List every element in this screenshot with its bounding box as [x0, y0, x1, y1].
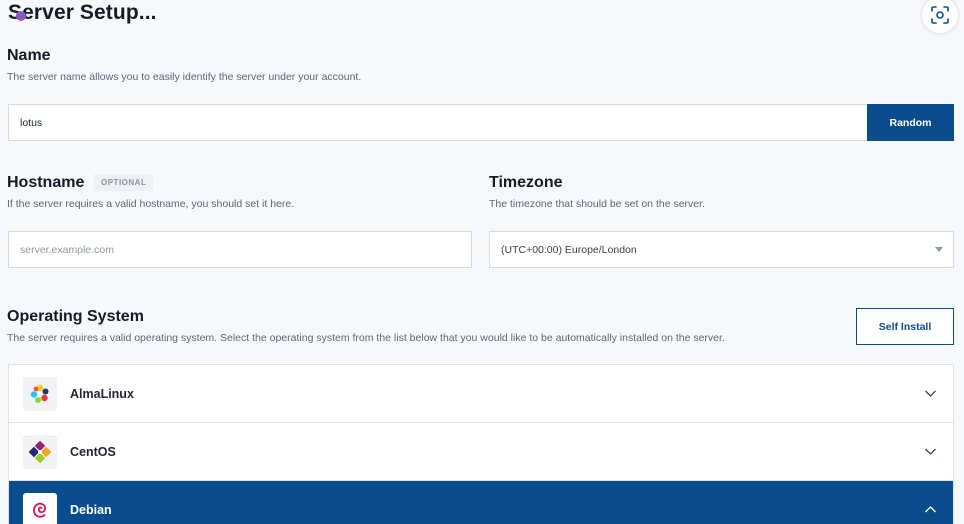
timezone-description: The timezone that should be set on the s…	[489, 198, 705, 210]
hostname-description: If the server requires a valid hostname,…	[7, 198, 295, 210]
caret-down-icon	[935, 247, 943, 252]
name-description: The server name allows you to easily ide…	[7, 71, 362, 83]
os-item-centos[interactable]: CentOS	[9, 423, 953, 481]
os-heading: Operating System	[7, 308, 144, 325]
chevron-up-icon	[925, 506, 936, 513]
scan-focus-icon	[931, 6, 949, 24]
hostname-input[interactable]	[8, 231, 472, 268]
os-item-almalinux[interactable]: AlmaLinux	[9, 365, 953, 423]
centos-logo-icon	[23, 435, 57, 469]
random-name-button[interactable]: Random	[867, 104, 954, 141]
server-name-input[interactable]	[8, 104, 868, 141]
timezone-select[interactable]: (UTC+00:00) Europe/London	[489, 231, 954, 268]
os-name: AlmaLinux	[70, 386, 134, 401]
debian-logo-icon	[23, 493, 57, 524]
os-description: The server requires a valid operating sy…	[7, 332, 725, 344]
name-heading: Name	[7, 47, 51, 64]
cursor-indicator	[16, 11, 26, 21]
optional-badge: OPTIONAL	[94, 174, 154, 191]
timezone-selected-value: (UTC+00:00) Europe/London	[501, 243, 637, 256]
os-name: CentOS	[70, 444, 116, 459]
screenshot-scan-button[interactable]	[921, 0, 959, 34]
timezone-heading: Timezone	[489, 174, 563, 191]
os-item-debian[interactable]: Debian	[9, 481, 953, 524]
os-list: AlmaLinux CentOS Debian	[8, 364, 954, 524]
chevron-down-icon	[925, 390, 936, 397]
chevron-down-icon	[925, 448, 936, 455]
hostname-heading: Hostname	[7, 174, 85, 191]
os-name: Debian	[70, 503, 112, 517]
self-install-button[interactable]: Self Install	[856, 308, 954, 345]
page-title: Server Setup...	[8, 1, 157, 24]
almalinux-logo-icon	[23, 377, 57, 411]
